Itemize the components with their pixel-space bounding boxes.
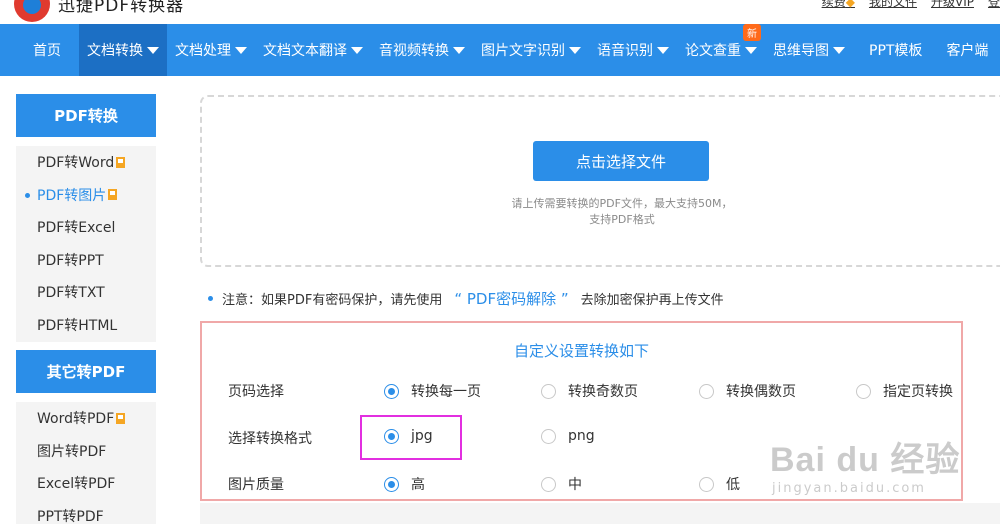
quality-option-high[interactable]: 高 xyxy=(384,474,425,494)
radio[interactable] xyxy=(699,383,714,399)
caret-down-icon xyxy=(745,46,757,54)
note-prefix: 注意：如果PDF有密码保护，请先使用 xyxy=(222,293,443,308)
upgrade-vip-link[interactable]: 升级VIP xyxy=(931,0,974,10)
upload-tip-line2: 支持PDF格式 xyxy=(589,213,655,226)
sidebar-item-ppt-to-pdf[interactable]: PPT转PDF xyxy=(16,500,156,524)
caret-down-icon xyxy=(235,46,247,54)
page-option-odd[interactable]: 转换奇数页 xyxy=(541,381,638,401)
sidebar-item-word-to-pdf[interactable]: Word转PDF xyxy=(16,402,156,435)
sidebar-item-pdf-to-word[interactable]: PDF转Word xyxy=(16,146,156,179)
upload-tip-line1: 请上传需要转换的PDF文件，最大支持50M， xyxy=(511,197,733,210)
nav-doc-process[interactable]: 文档处理 xyxy=(167,24,255,76)
sidebar-item-pdf-to-ppt[interactable]: PDF转PPT xyxy=(16,244,156,277)
page-option-specific[interactable]: 指定页转换 xyxy=(856,381,953,401)
watermark-sub: jingyan.baidu.com xyxy=(772,481,926,496)
nav-speech[interactable]: 语音识别 xyxy=(589,24,677,76)
page-select-label: 页码选择 xyxy=(228,384,284,400)
login-link[interactable]: 登 xyxy=(988,0,1000,10)
caret-down-icon xyxy=(351,46,363,54)
format-label: 选择转换格式 xyxy=(228,431,312,447)
format-option-png[interactable]: png xyxy=(541,428,595,444)
password-note: 注意：如果PDF有密码保护，请先使用 “ PDF密码解除 ” 去除加密保护再上传… xyxy=(208,288,724,309)
sidebar-heading-pdf-convert: PDF转换 xyxy=(16,94,156,137)
note-suffix: 去除加密保护再上传文件 xyxy=(580,293,724,308)
top-links: 续费◆ 我的文件 升级VIP 登 xyxy=(822,0,1000,10)
sidebar-item-excel-to-pdf[interactable]: Excel转PDF xyxy=(16,467,156,500)
choose-file-button[interactable]: 点击选择文件 xyxy=(533,141,709,181)
nav-paper-check[interactable]: 论文查重新 xyxy=(677,24,765,76)
renew-link[interactable]: 续费◆ xyxy=(822,0,855,10)
radio[interactable] xyxy=(541,428,556,444)
main-nav: 首页 文档转换 文档处理 文档文本翻译 音视频转换 图片文字识别 语音识别 论文… xyxy=(0,24,1000,76)
caret-down-icon xyxy=(147,46,159,54)
nav-ocr[interactable]: 图片文字识别 xyxy=(473,24,589,76)
radio[interactable] xyxy=(699,476,714,492)
nav-mindmap[interactable]: 思维导图 xyxy=(765,24,853,76)
sidebar-heading-other-to-pdf: 其它转PDF xyxy=(16,350,156,393)
radio[interactable] xyxy=(541,383,556,399)
sidebar-item-image-to-pdf[interactable]: 图片转PDF xyxy=(16,435,156,468)
sidebar-item-pdf-to-txt[interactable]: PDF转TXT xyxy=(16,276,156,309)
caret-down-icon xyxy=(657,46,669,54)
bottom-strip xyxy=(200,503,1000,524)
radio[interactable] xyxy=(541,476,556,492)
upload-dropzone[interactable]: 点击选择文件 请上传需要转换的PDF文件，最大支持50M， 支持PDF格式 xyxy=(200,95,1000,267)
nav-doc-translate[interactable]: 文档文本翻译 xyxy=(255,24,371,76)
page-option-every[interactable]: 转换每一页 xyxy=(384,381,481,401)
sidebar-list-other-to-pdf: Word转PDF 图片转PDF Excel转PDF PPT转PDF xyxy=(16,402,156,524)
nav-client[interactable]: 客户端 xyxy=(938,24,996,76)
quality-option-medium[interactable]: 中 xyxy=(541,474,582,494)
sidebar-list-pdf-convert: PDF转Word PDF转图片 PDF转Excel PDF转PPT PDF转TX… xyxy=(16,146,156,342)
caret-down-icon xyxy=(453,46,465,54)
annotation-highlight-box xyxy=(360,415,462,460)
watermark-main: Bai du 经验 xyxy=(770,441,961,479)
new-badge: 新 xyxy=(743,24,761,41)
radio-checked[interactable] xyxy=(384,383,399,399)
logo-icon xyxy=(14,0,50,22)
pdf-unlock-link[interactable]: “ PDF密码解除 ” xyxy=(454,288,568,309)
vip-bookmark-icon xyxy=(116,156,126,168)
site-title: 迅捷PDF转换器 xyxy=(58,0,185,16)
nav-doc-convert[interactable]: 文档转换 xyxy=(79,24,167,76)
caret-down-icon xyxy=(569,46,581,54)
vip-diamond-icon: ◆ xyxy=(845,0,855,9)
sidebar-item-pdf-to-html[interactable]: PDF转HTML xyxy=(16,309,156,342)
sidebar-item-pdf-to-excel[interactable]: PDF转Excel xyxy=(16,211,156,244)
vip-bookmark-icon xyxy=(116,412,126,424)
nav-av-convert[interactable]: 音视频转换 xyxy=(371,24,473,76)
baidu-jingyan-watermark: Bai du 经验 jingyan.baidu.com xyxy=(770,432,970,502)
radio[interactable] xyxy=(856,383,871,399)
page-option-even[interactable]: 转换偶数页 xyxy=(699,381,796,401)
my-files-link[interactable]: 我的文件 xyxy=(869,0,917,10)
bullet-dot-icon xyxy=(208,296,213,301)
nav-ppt-template[interactable]: PPT模板 xyxy=(853,24,938,76)
top-header: 迅捷PDF转换器 续费◆ 我的文件 升级VIP 登 xyxy=(0,0,1000,24)
nav-home[interactable]: 首页 xyxy=(0,24,79,76)
quality-option-low[interactable]: 低 xyxy=(699,474,740,494)
settings-title: 自定义设置转换如下 xyxy=(513,342,649,360)
quality-label: 图片质量 xyxy=(228,477,284,493)
caret-down-icon xyxy=(833,46,845,54)
vip-bookmark-icon xyxy=(108,189,118,201)
radio-checked[interactable] xyxy=(384,476,399,492)
sidebar-item-pdf-to-image[interactable]: PDF转图片 xyxy=(16,179,156,212)
